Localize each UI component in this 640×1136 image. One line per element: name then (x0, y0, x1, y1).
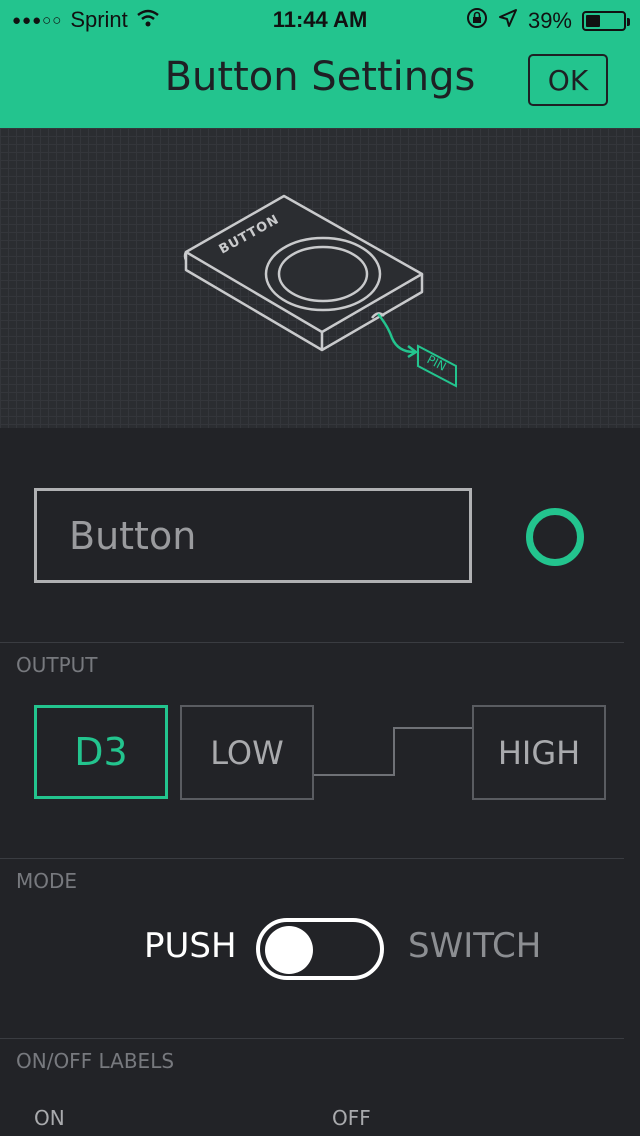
orientation-lock-icon (466, 7, 488, 35)
divider (0, 1038, 624, 1039)
low-value-input[interactable]: LOW (180, 705, 314, 800)
widget-name-input[interactable]: Button (34, 488, 472, 583)
button-device-illustration: BUTTON PIN (183, 194, 457, 388)
on-label: ON (34, 1106, 65, 1130)
divider (0, 858, 624, 859)
divider (0, 642, 624, 643)
battery-icon (582, 11, 630, 31)
push-mode-label[interactable]: PUSH (144, 926, 237, 966)
widget-preview: BUTTON PIN (0, 128, 640, 428)
switch-mode-label[interactable]: SWITCH (408, 926, 541, 966)
location-arrow-icon (498, 8, 518, 34)
high-value-input[interactable]: HIGH (472, 705, 606, 800)
battery-cap (627, 18, 630, 26)
toggle-knob (265, 926, 313, 974)
mode-toggle[interactable] (256, 918, 384, 980)
output-section-label: OUTPUT (16, 653, 98, 677)
pin-select-button[interactable]: D3 (34, 705, 168, 799)
off-label: OFF (332, 1106, 371, 1130)
status-bar: ●●●○○ Sprint 11:44 AM 39% (0, 0, 640, 40)
header-bar: Button Settings OK (0, 40, 640, 128)
status-bar-right: 39% (466, 7, 630, 35)
mode-section-label: MODE (16, 869, 78, 893)
labels-section-label: ON/OFF LABELS (16, 1049, 175, 1073)
ok-button[interactable]: OK (528, 54, 608, 106)
battery-fill (586, 15, 600, 27)
battery-percent: 39% (527, 8, 572, 33)
color-picker-button[interactable] (526, 508, 584, 566)
